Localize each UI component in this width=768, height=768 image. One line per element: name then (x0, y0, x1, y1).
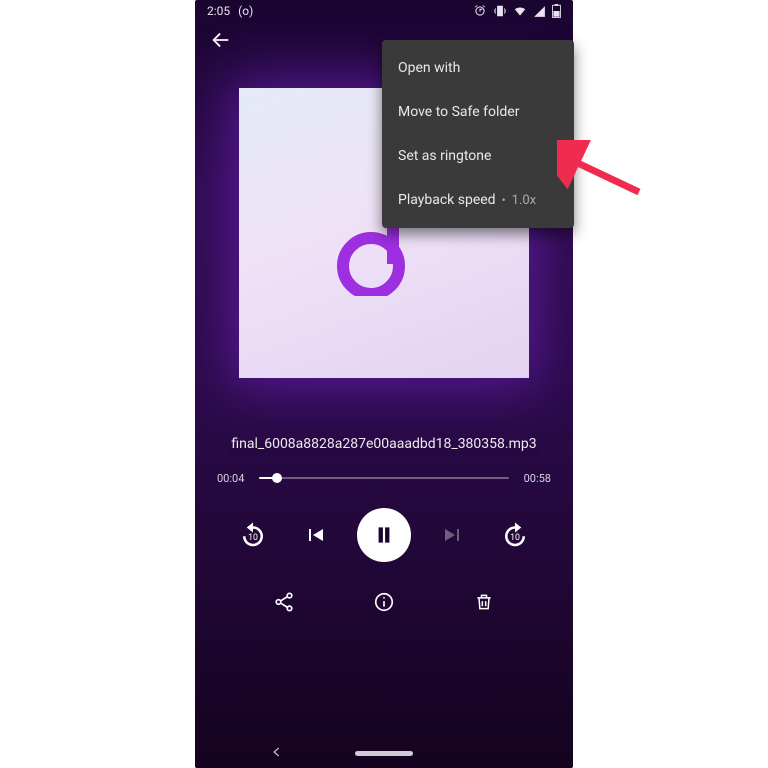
status-bar: 2:05 (o) (195, 0, 573, 22)
progress-row: 00:04 00:58 (195, 470, 573, 486)
menu-playback-speed[interactable]: Playback speed • 1.0x (382, 178, 574, 222)
next-button[interactable] (433, 515, 473, 555)
total-time: 00:58 (519, 472, 551, 485)
nav-home-pill[interactable] (355, 751, 413, 756)
info-button[interactable] (364, 582, 404, 622)
menu-separator-dot: • (502, 193, 506, 207)
elapsed-time: 00:04 (217, 472, 249, 485)
svg-text:10: 10 (510, 533, 520, 543)
share-button[interactable] (264, 582, 304, 622)
vibrate-icon (493, 4, 507, 18)
menu-open-with[interactable]: Open with (382, 46, 574, 90)
playback-controls: 10 10 (195, 508, 573, 562)
menu-set-ringtone-label: Set as ringtone (398, 148, 491, 164)
seek-bar[interactable] (259, 470, 509, 486)
menu-set-ringtone[interactable]: Set as ringtone (382, 134, 574, 178)
system-nav-bar (195, 738, 573, 768)
svg-text:10: 10 (248, 533, 258, 543)
menu-move-to-safe[interactable]: Move to Safe folder (382, 90, 574, 134)
battery-icon (552, 4, 561, 18)
rewind-10-button[interactable]: 10 (233, 515, 273, 555)
alarm-icon (473, 4, 487, 18)
track-filename: final_6008a8828a287e00aaadbd18_380358.mp… (195, 436, 573, 452)
back-button[interactable] (205, 24, 237, 56)
status-rec-indicator: (o) (238, 4, 253, 18)
menu-move-to-safe-label: Move to Safe folder (398, 104, 519, 120)
forward-10-button[interactable]: 10 (495, 515, 535, 555)
secondary-controls (195, 582, 573, 622)
status-time: 2:05 (207, 4, 230, 18)
pause-button[interactable] (357, 508, 411, 562)
nav-back-icon[interactable] (270, 744, 284, 763)
previous-button[interactable] (295, 515, 335, 555)
menu-open-with-label: Open with (398, 60, 460, 76)
signal-icon (533, 5, 546, 18)
menu-speed-value: 1.0x (512, 193, 537, 208)
delete-button[interactable] (464, 582, 504, 622)
overflow-menu: Open with Move to Safe folder Set as rin… (382, 40, 574, 228)
wifi-icon (513, 4, 527, 18)
menu-playback-speed-label: Playback speed (398, 192, 496, 208)
